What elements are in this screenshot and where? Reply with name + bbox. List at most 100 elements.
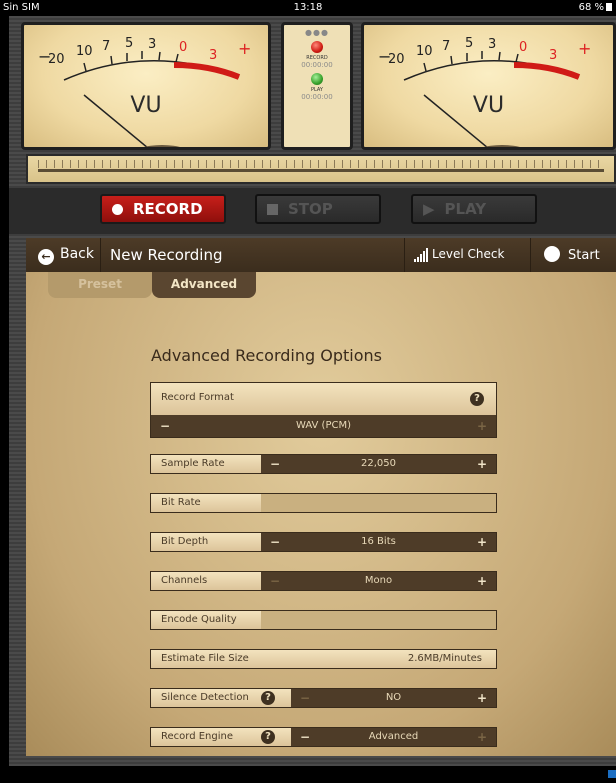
play-light-icon <box>311 73 323 85</box>
vu-tick-20: 20 <box>48 52 65 67</box>
sample-rate-stepper: − 22,050 + <box>261 455 496 473</box>
tab-preset[interactable]: Preset <box>48 272 152 298</box>
transport-bar: RECORD STOP ▶ PLAY <box>9 188 616 234</box>
corner-indicator-icon <box>608 770 616 778</box>
estimate-file-size-row: Estimate File Size 2.6MB/Minutes <box>150 649 497 669</box>
record-engine-increment-button[interactable]: + <box>472 728 492 746</box>
play-triangle-icon: ▶ <box>423 200 435 218</box>
start-button[interactable]: Start <box>544 246 600 263</box>
silence-detection-label-text: Silence Detection <box>161 692 249 703</box>
sample-rate-value: 22,050 <box>361 458 396 469</box>
bit-depth-decrement-button[interactable]: − <box>265 533 285 551</box>
start-circle-icon <box>544 246 560 262</box>
record-time: 00:00:00 <box>301 61 333 69</box>
vu-plus-label: + <box>578 39 592 58</box>
device-frame: − 20 10 7 5 3 0 3 + VU ●●● RECORD 00:00:… <box>9 16 616 766</box>
silence-detection-value: NO <box>385 692 402 703</box>
record-dot-icon <box>112 203 123 215</box>
sample-rate-label: Sample Rate <box>151 455 261 473</box>
tape-position-strip <box>26 154 616 184</box>
help-icon[interactable]: ? <box>470 392 484 406</box>
record-format-label: Record Format <box>151 383 496 415</box>
back-label: Back <box>60 246 94 262</box>
tab-advanced[interactable]: Advanced <box>152 272 256 298</box>
stop-button[interactable]: STOP <box>255 194 381 224</box>
status-bar: Sin SIM 13:18 68 % <box>0 0 616 16</box>
bit-depth-stepper: − 16 Bits + <box>261 533 496 551</box>
clock: 13:18 <box>293 2 323 13</box>
back-arrow-icon: ← <box>38 249 54 265</box>
sample-rate-increment-button[interactable]: + <box>472 455 492 473</box>
tape-line <box>38 169 604 172</box>
stop-square-icon <box>267 203 278 215</box>
bit-rate-label: Bit Rate <box>151 494 261 512</box>
battery-icon <box>606 3 612 11</box>
vu-label: VU <box>130 93 162 118</box>
channels-value: Mono <box>364 575 393 586</box>
vu-tick-3: 3 <box>488 37 497 52</box>
sample-rate-row: Sample Rate − 22,050 + <box>150 454 497 474</box>
record-light-icon <box>311 41 323 53</box>
bit-rate-row: Bit Rate <box>150 493 497 513</box>
vu-plus-label: + <box>238 39 252 58</box>
bit-depth-value: 16 Bits <box>361 536 396 547</box>
play-button[interactable]: ▶ PLAY <box>411 194 537 224</box>
battery-status: 68 % <box>579 2 612 13</box>
estimate-file-size-label: Estimate File Size <box>161 653 249 664</box>
tape-ticks <box>38 160 604 168</box>
start-label: Start <box>568 248 600 263</box>
sample-rate-decrement-button[interactable]: − <box>265 455 285 473</box>
level-check-button[interactable]: Level Check <box>414 247 504 262</box>
nav-divider <box>100 238 101 272</box>
silence-detection-row: Silence Detection ? − NO + <box>150 688 497 708</box>
silence-detection-increment-button[interactable]: + <box>472 689 492 707</box>
record-engine-stepper: − Advanced + <box>291 728 496 746</box>
silence-detection-stepper: − NO + <box>291 689 496 707</box>
back-button[interactable]: ← Back <box>38 246 94 265</box>
record-format-row: Record Format ? − WAV (PCM) + <box>150 382 497 438</box>
encode-quality-control <box>261 611 496 629</box>
bit-depth-row: Bit Depth − 16 Bits + <box>150 532 497 552</box>
record-engine-label-text: Record Engine <box>161 731 234 742</box>
options-panel: Preset Advanced Advanced Recording Optio… <box>26 272 616 756</box>
silence-detection-decrement-button[interactable]: − <box>295 689 315 707</box>
vu-tick-0: 0 <box>179 40 188 55</box>
play-button-label: PLAY <box>444 200 487 218</box>
channels-stepper: − Mono + <box>261 572 496 590</box>
nav-divider <box>530 238 531 272</box>
bit-depth-increment-button[interactable]: + <box>472 533 492 551</box>
bit-rate-control <box>261 494 496 512</box>
signal-bars-icon <box>414 248 429 262</box>
help-icon[interactable]: ? <box>261 691 275 705</box>
page-dots: ●●● <box>305 28 329 37</box>
record-engine-decrement-button[interactable]: − <box>295 728 315 746</box>
record-play-indicator: ●●● RECORD 00:00:00 PLAY 00:00:00 <box>281 22 353 150</box>
vu-tick-red-3: 3 <box>549 48 558 63</box>
channels-increment-button[interactable]: + <box>472 572 492 590</box>
vu-tick-3: 3 <box>148 37 157 52</box>
encode-quality-row: Encode Quality <box>150 610 497 630</box>
record-format-increment-button[interactable]: + <box>472 415 492 437</box>
record-format-label-text: Record Format <box>161 392 234 403</box>
vu-tick-10: 10 <box>416 44 433 59</box>
bottom-strip <box>0 766 616 783</box>
vu-meter-right: − 20 10 7 5 3 0 3 + VU <box>361 22 616 150</box>
channels-decrement-button[interactable]: − <box>265 572 285 590</box>
channels-label: Channels <box>151 572 261 590</box>
vu-tick-7: 7 <box>102 39 111 54</box>
record-format-decrement-button[interactable]: − <box>155 415 175 437</box>
vu-meter-left: − 20 10 7 5 3 0 3 + VU <box>21 22 271 150</box>
record-button-label: RECORD <box>133 200 203 218</box>
page-title: New Recording <box>110 246 223 264</box>
play-time: 00:00:00 <box>301 93 333 101</box>
nav-bar: ← Back New Recording Level Check Start <box>26 238 616 272</box>
vu-tick-5: 5 <box>465 36 474 51</box>
vu-tick-5: 5 <box>125 36 134 51</box>
stop-button-label: STOP <box>288 200 333 218</box>
channels-row: Channels − Mono + <box>150 571 497 591</box>
record-format-value: WAV (PCM) <box>295 420 351 431</box>
record-button[interactable]: RECORD <box>100 194 226 224</box>
section-title: Advanced Recording Options <box>151 346 382 365</box>
nav-divider <box>404 238 405 272</box>
help-icon[interactable]: ? <box>261 730 275 744</box>
